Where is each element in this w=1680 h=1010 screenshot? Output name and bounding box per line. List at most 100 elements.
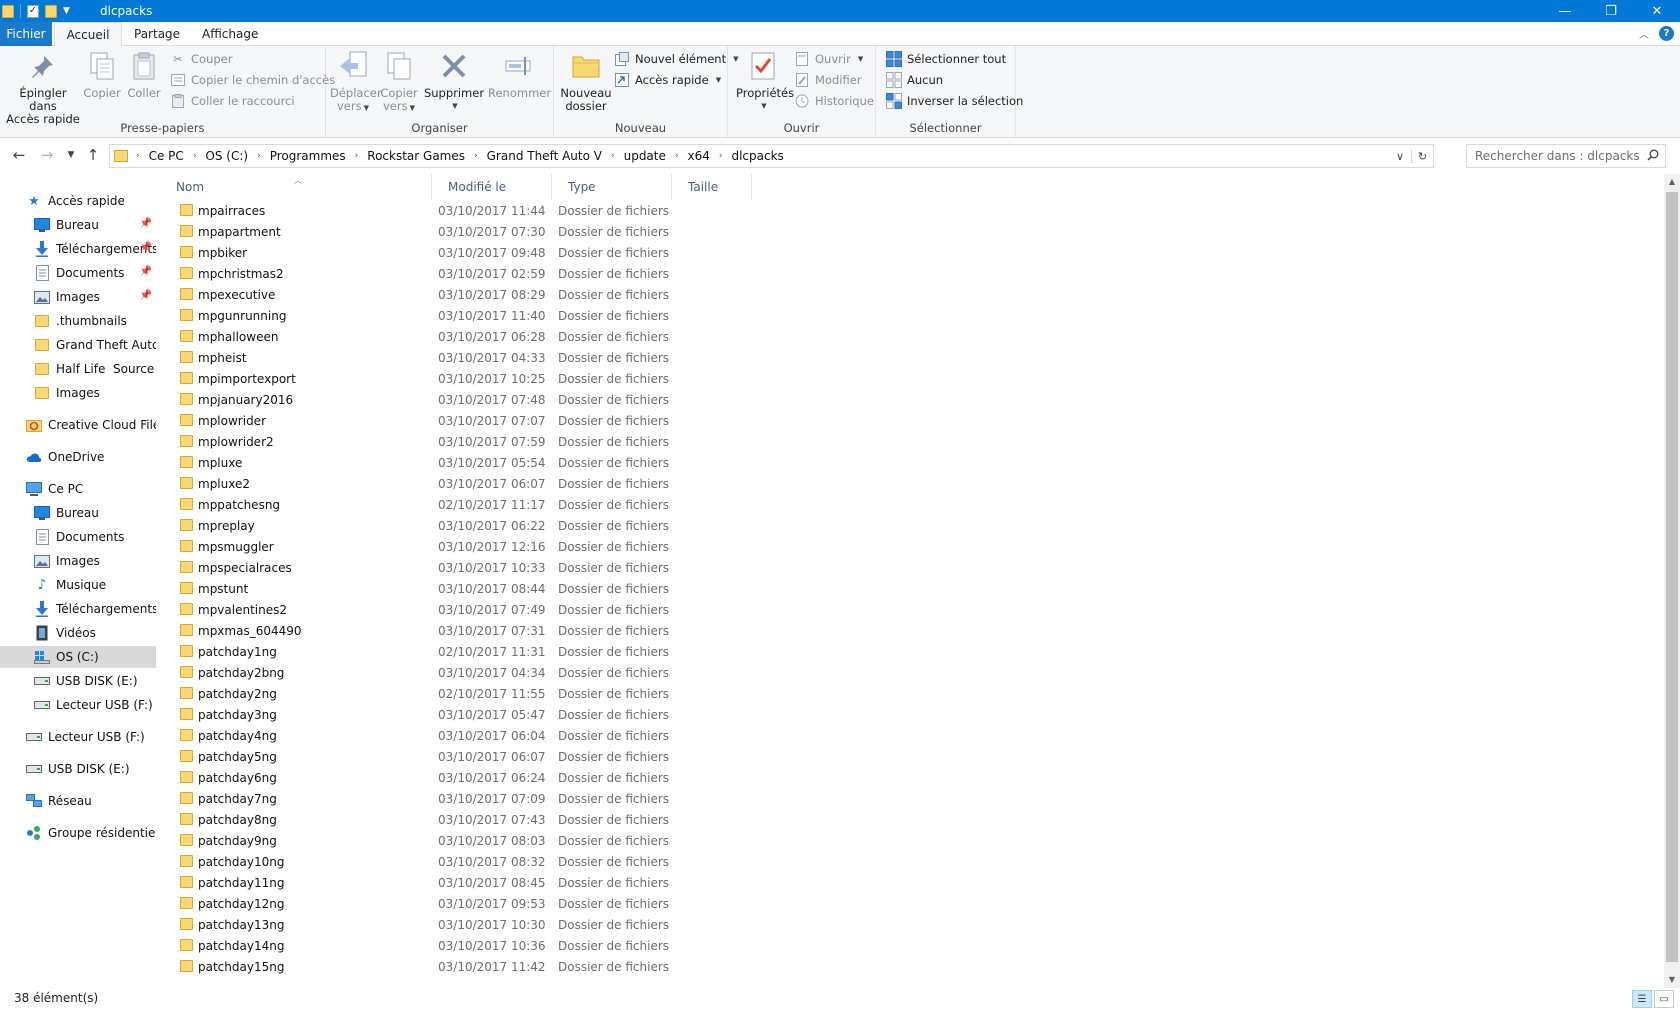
properties-button[interactable]: Propriétés ▼ <box>736 50 794 113</box>
sidebar-item-pc-downloads[interactable]: Téléchargements <box>0 598 156 620</box>
search-input[interactable]: Rechercher dans : dlcpacks <box>1466 144 1666 168</box>
sidebar-item-usb-e-root[interactable]: USB DISK (E:) <box>0 758 156 780</box>
close-icon[interactable]: ✕ <box>1634 0 1680 22</box>
new-folder-button[interactable]: Nouveau dossier <box>558 50 614 113</box>
file-row[interactable]: patchday4ng 03/10/2017 06:04 Dossier de fi… <box>160 725 920 746</box>
file-row[interactable]: mppatchesng 02/10/2017 11:17 Dossier de fi… <box>160 494 920 515</box>
paste-button[interactable]: Coller <box>124 50 164 100</box>
easy-access-button[interactable]: Accès rapide ▼ <box>614 70 721 90</box>
file-row[interactable]: patchday5ng 03/10/2017 06:07 Dossier de fi… <box>160 746 920 767</box>
file-row[interactable]: mpexecutive 03/10/2017 08:29 Dossier de fi… <box>160 284 920 305</box>
breadcrumb-item[interactable]: update <box>624 149 666 163</box>
large-icons-view-icon[interactable]: ▭ <box>1654 990 1674 1008</box>
breadcrumb-chevron-icon[interactable]: › <box>136 151 140 161</box>
pin-icon[interactable]: 📌 <box>140 218 152 229</box>
breadcrumb-chevron-icon[interactable]: › <box>257 151 261 161</box>
column-header-type[interactable]: Type <box>552 174 672 200</box>
copy-to-button[interactable]: Copier vers ▼ <box>378 50 420 115</box>
file-row[interactable]: patchday10ng 03/10/2017 08:32 Dossier de f… <box>160 851 920 872</box>
file-row[interactable]: mpgunrunning 03/10/2017 11:40 Dossier de f… <box>160 305 920 326</box>
rename-button[interactable]: Renommer <box>488 50 551 100</box>
restore-icon[interactable]: ❐ <box>1588 0 1634 22</box>
properties-icon[interactable]: ✓ <box>27 4 39 18</box>
select-all-button[interactable]: Sélectionner tout <box>886 49 1006 69</box>
sidebar-item-usb-f[interactable]: Lecteur USB (F:) <box>0 694 156 716</box>
new-folder-icon[interactable] <box>45 4 57 18</box>
column-header-name[interactable]: Nom ︿ <box>160 174 432 200</box>
paste-shortcut-button[interactable]: Coller le raccourci <box>170 91 295 111</box>
file-row[interactable]: patchday6ng 03/10/2017 06:24 Dossier de fi… <box>160 767 920 788</box>
search-icon[interactable] <box>1647 149 1659 164</box>
sidebar-item-usb-e[interactable]: USB DISK (E:) <box>0 670 156 692</box>
file-row[interactable]: mpreplay 03/10/2017 06:22 Dossier de fichi… <box>160 515 920 536</box>
breadcrumb-chevron-icon[interactable]: › <box>675 151 679 161</box>
sidebar-item-downloads[interactable]: Téléchargements 📌 <box>0 238 156 260</box>
edit-button[interactable]: Modifier <box>794 70 862 90</box>
file-row[interactable]: patchday2ng 02/10/2017 11:55 Dossier de fi… <box>160 683 920 704</box>
breadcrumb-chevron-icon[interactable]: › <box>474 151 478 161</box>
address-bar[interactable]: › Ce PC › OS (C:) › Programmes › Rocksta… <box>109 144 1434 168</box>
file-row[interactable]: mpimportexport 03/10/2017 10:25 Dossier de… <box>160 368 920 389</box>
sidebar-item-music[interactable]: ♪ Musique <box>0 574 156 596</box>
invert-selection-button[interactable]: Inverser la sélection <box>886 91 1023 111</box>
file-row[interactable]: mpbiker 03/10/2017 09:48 Dossier de fichie… <box>160 242 920 263</box>
file-row[interactable]: patchday8ng 03/10/2017 07:43 Dossier de fi… <box>160 809 920 830</box>
file-row[interactable]: patchday2bng 03/10/2017 04:34 Dossier de f… <box>160 662 920 683</box>
scrollbar-thumb[interactable] <box>1666 192 1678 962</box>
address-dropdown-icon[interactable]: ∨ <box>1389 150 1411 163</box>
file-row[interactable]: patchday9ng 03/10/2017 08:03 Dossier de fi… <box>160 830 920 851</box>
file-row[interactable]: mpchristmas2 03/10/2017 02:59 Dossier de f… <box>160 263 920 284</box>
file-row[interactable]: patchday3ng 03/10/2017 05:47 Dossier de fi… <box>160 704 920 725</box>
scroll-up-icon[interactable]: ▲ <box>1664 174 1680 190</box>
help-icon[interactable]: ? <box>1659 26 1674 41</box>
file-row[interactable]: mphalloween 03/10/2017 06:28 Dossier de fi… <box>160 326 920 347</box>
breadcrumb-chevron-icon[interactable]: › <box>355 151 359 161</box>
pin-icon[interactable]: 📌 <box>140 242 152 253</box>
file-row[interactable]: patchday14ng 03/10/2017 10:36 Dossier de f… <box>160 935 920 956</box>
back-arrow-icon[interactable]: ← <box>10 146 28 164</box>
file-row[interactable]: mpspecialraces 03/10/2017 10:33 Dossier de… <box>160 557 920 578</box>
properties-dropdown-icon[interactable]: ▼ <box>738 100 790 113</box>
breadcrumb-item[interactable]: Rockstar Games <box>367 149 465 163</box>
delete-dropdown-icon[interactable]: ▼ <box>424 100 486 113</box>
sidebar-item-images[interactable]: Images 📌 <box>0 286 156 308</box>
sidebar-item-creative-cloud[interactable]: Creative Cloud Files <box>0 414 156 436</box>
sidebar-item-videos[interactable]: Vidéos <box>0 622 156 644</box>
file-row[interactable]: mpvalentines2 03/10/2017 07:49 Dossier de … <box>160 599 920 620</box>
recent-locations-icon[interactable]: ▼ <box>62 146 80 164</box>
breadcrumb-item[interactable]: Programmes <box>270 149 346 163</box>
select-none-button[interactable]: Aucun <box>886 70 943 90</box>
sidebar-item-pc-desktop[interactable]: Bureau <box>0 502 156 524</box>
file-row[interactable]: patchday13ng 03/10/2017 10:30 Dossier de f… <box>160 914 920 935</box>
breadcrumb-item-current[interactable]: dlcpacks <box>731 149 783 163</box>
file-row[interactable]: mpairraces 03/10/2017 11:44 Dossier de fic… <box>160 200 920 221</box>
customize-toolbar-icon[interactable]: ▼ <box>63 6 70 16</box>
sidebar-item-half-life[interactable]: Half Life Source <box>0 358 156 380</box>
file-row[interactable]: patchday11ng 03/10/2017 08:45 Dossier de f… <box>160 872 920 893</box>
forward-arrow-icon[interactable]: → <box>38 146 56 164</box>
column-header-modified[interactable]: Modifié le <box>432 174 552 200</box>
breadcrumb-chevron-icon[interactable]: › <box>611 151 615 161</box>
sidebar-item-thumbnails[interactable]: .thumbnails <box>0 310 156 332</box>
minimize-icon[interactable]: — <box>1542 0 1588 22</box>
copy-button[interactable]: Copier <box>82 50 122 100</box>
file-row[interactable]: mpstunt 03/10/2017 08:44 Dossier de fichie… <box>160 578 920 599</box>
sidebar-item-this-pc[interactable]: Ce PC <box>0 478 156 500</box>
tab-file[interactable]: Fichier <box>0 22 52 46</box>
file-row[interactable]: mpjanuary2016 03/10/2017 07:48 Dossier de … <box>160 389 920 410</box>
file-row[interactable]: patchday1ng 02/10/2017 11:31 Dossier de fi… <box>160 641 920 662</box>
file-row[interactable]: mpapartment 03/10/2017 07:30 Dossier de fi… <box>160 221 920 242</box>
file-row[interactable]: mplowrider2 03/10/2017 07:59 Dossier de fi… <box>160 431 920 452</box>
tab-view[interactable]: Affichage <box>192 22 268 46</box>
sidebar-item-usb-f-root[interactable]: Lecteur USB (F:) <box>0 726 156 748</box>
file-row[interactable]: mplowrider 03/10/2017 07:07 Dossier de fic… <box>160 410 920 431</box>
sidebar-item-pc-documents[interactable]: Documents <box>0 526 156 548</box>
tab-share[interactable]: Partage <box>124 22 190 46</box>
breadcrumb-item[interactable]: x64 <box>687 149 709 163</box>
pin-icon[interactable]: 📌 <box>140 290 152 301</box>
scroll-down-icon[interactable]: ▼ <box>1664 972 1680 988</box>
new-item-button[interactable]: Nouvel élément ▼ <box>614 49 738 69</box>
up-arrow-icon[interactable]: ↑ <box>84 146 102 164</box>
file-row[interactable]: patchday7ng 03/10/2017 07:09 Dossier de fi… <box>160 788 920 809</box>
file-row[interactable]: mpxmas_604490 03/10/2017 07:31 Dossier de … <box>160 620 920 641</box>
